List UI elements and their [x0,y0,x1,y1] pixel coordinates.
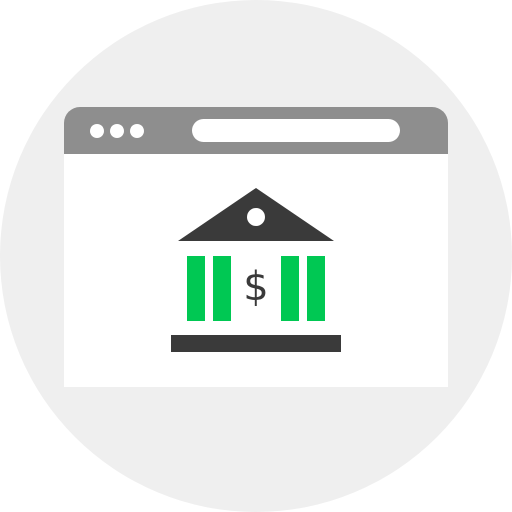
browser-title-bar [64,107,448,154]
window-dot-icon [90,124,104,138]
icon-stage: $ [0,0,512,512]
window-dot-icon [110,124,124,138]
browser-content-area [64,154,448,387]
browser-window-icon [64,107,448,387]
address-bar [192,119,400,142]
window-dot-icon [130,124,144,138]
